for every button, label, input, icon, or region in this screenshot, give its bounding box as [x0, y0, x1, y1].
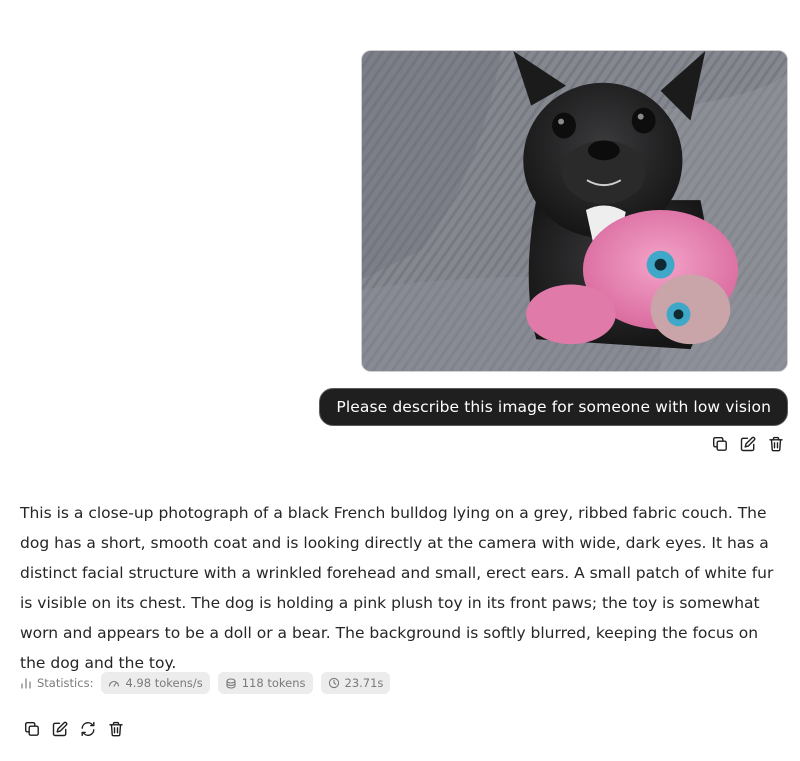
coins-icon	[226, 678, 236, 689]
response-statistics: Statistics: 4.98 tokens/s 118 tokens 23.…	[20, 672, 391, 694]
delete-icon[interactable]	[768, 436, 784, 452]
stat-tokens: 118 tokens	[217, 672, 313, 694]
chat-view: Please describe this image for someone w…	[0, 0, 800, 761]
delete-icon[interactable]	[108, 721, 124, 737]
assistant-message-actions	[24, 721, 124, 737]
regenerate-icon[interactable]	[80, 721, 96, 737]
clock-icon	[328, 677, 339, 689]
assistant-message-text: This is a close-up photograph of a black…	[20, 504, 774, 672]
stat-time: 23.71s	[320, 672, 391, 694]
user-uploaded-image[interactable]	[361, 50, 788, 372]
user-message-actions	[712, 436, 784, 452]
user-message-text: Please describe this image for someone w…	[336, 398, 771, 416]
user-message-bubble: Please describe this image for someone w…	[319, 388, 788, 426]
statistics-label: Statistics:	[20, 676, 93, 690]
gauge-icon	[109, 680, 120, 687]
edit-icon[interactable]	[52, 721, 68, 737]
photo-french-bulldog	[362, 51, 787, 371]
bar-chart-icon	[21, 678, 31, 689]
stat-speed: 4.98 tokens/s	[101, 672, 210, 694]
copy-icon[interactable]	[24, 721, 40, 737]
edit-icon[interactable]	[740, 436, 756, 452]
copy-icon[interactable]	[712, 436, 728, 452]
